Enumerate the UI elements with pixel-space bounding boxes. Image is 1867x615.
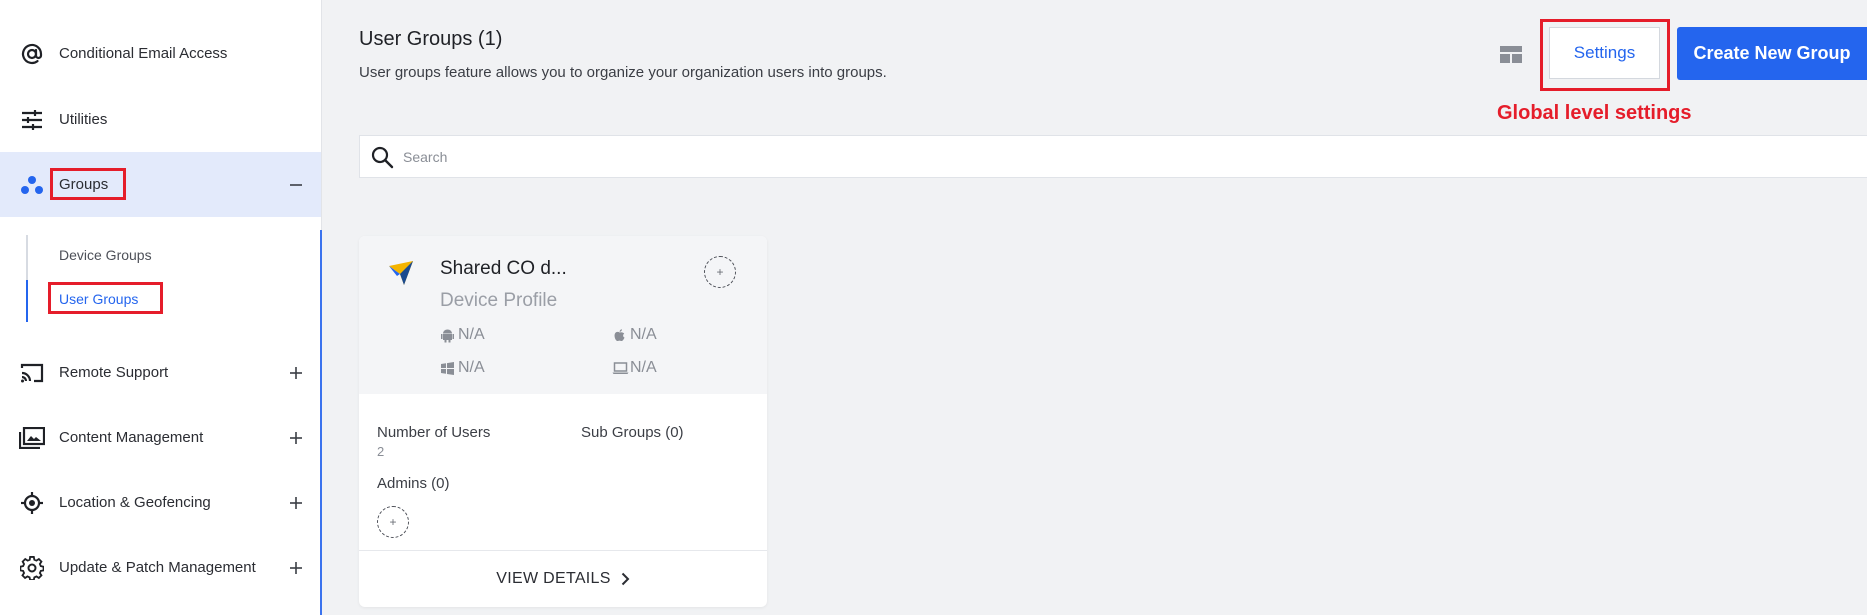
android-icon	[440, 328, 455, 343]
groups-icon	[19, 172, 45, 198]
laptop-icon	[612, 361, 629, 376]
expand-icon[interactable]	[289, 431, 303, 445]
cast-icon	[19, 360, 45, 386]
platform-laptop: N/A	[612, 359, 657, 377]
sidebar-item-groups[interactable]: Groups	[0, 152, 321, 217]
sidebar-item-label: Content Management	[59, 429, 204, 446]
sidebar-item-location-geofencing[interactable]: Location & Geofencing	[0, 470, 321, 535]
create-new-group-button[interactable]: Create New Group	[1677, 27, 1867, 80]
sidebar-item-label: Remote Support	[59, 364, 169, 381]
number-of-users-label: Number of Users	[377, 424, 491, 441]
card-subtitle: Device Profile	[440, 290, 558, 311]
search-bar	[359, 135, 1867, 178]
platform-value: N/A	[458, 359, 485, 376]
sidebar-item-label: Location & Geofencing	[59, 494, 211, 511]
sub-nav-rail	[26, 235, 28, 322]
page-description: User groups feature allows you to organi…	[359, 64, 887, 81]
photo-library-icon	[19, 425, 45, 451]
at-sign-icon	[19, 41, 45, 67]
layout-toggle-icon[interactable]	[1500, 46, 1522, 63]
platform-apple: N/A	[612, 326, 657, 344]
search-icon	[370, 145, 394, 169]
chevron-right-icon	[621, 572, 630, 586]
gear-icon	[19, 555, 45, 581]
windows-icon	[440, 361, 455, 376]
app-logo-icon	[386, 258, 416, 288]
view-details-label: VIEW DETAILS	[496, 570, 611, 587]
platform-android: N/A	[440, 326, 485, 344]
sliders-icon	[19, 107, 45, 133]
sidebar-item-content-management[interactable]: Content Management	[0, 405, 321, 470]
sidebar-item-label: Conditional Email Access	[59, 45, 228, 62]
sidebar-item-remote-support[interactable]: Remote Support	[0, 340, 321, 405]
expand-icon[interactable]	[289, 496, 303, 510]
location-target-icon	[19, 490, 45, 516]
card-title: Shared CO d...	[440, 258, 567, 279]
view-details-link[interactable]: VIEW DETAILS	[359, 551, 767, 607]
highlight-user-groups	[48, 282, 163, 314]
expand-icon[interactable]	[289, 561, 303, 575]
add-admin-button[interactable]: +	[377, 506, 409, 538]
admins-label: Admins (0)	[377, 475, 450, 492]
sidebar-item-utilities[interactable]: Utilities	[0, 87, 321, 152]
highlight-groups	[50, 168, 126, 200]
sidebar-item-conditional-email-access[interactable]: Conditional Email Access	[0, 21, 321, 86]
sidebar-item-label: Update & Patch Management	[59, 559, 256, 576]
platform-value: N/A	[458, 326, 485, 343]
sidebar-item-label: Utilities	[59, 111, 108, 128]
settings-button[interactable]: Settings	[1549, 27, 1660, 79]
annotation-label: Global level settings	[1497, 102, 1692, 124]
page-title: User Groups (1)	[359, 28, 503, 50]
sidebar-item-update-patch-management[interactable]: Update & Patch Management	[0, 535, 321, 600]
card-header: Shared CO d... Device Profile + N/A N/A …	[359, 236, 767, 394]
sidebar-active-edge	[320, 230, 322, 615]
add-profile-button[interactable]: +	[704, 256, 736, 288]
group-card[interactable]: Shared CO d... Device Profile + N/A N/A …	[359, 236, 767, 607]
apple-icon	[612, 328, 627, 343]
number-of-users-value: 2	[377, 444, 385, 459]
sub-groups-label[interactable]: Sub Groups (0)	[581, 424, 684, 441]
platform-value: N/A	[630, 359, 657, 376]
platform-windows: N/A	[440, 359, 485, 377]
search-input[interactable]	[403, 144, 1803, 170]
active-indicator	[26, 280, 28, 322]
collapse-icon[interactable]	[289, 178, 303, 192]
expand-icon[interactable]	[289, 366, 303, 380]
sidebar-subitem-device-groups[interactable]: Device Groups	[59, 247, 152, 263]
platform-value: N/A	[630, 326, 657, 343]
